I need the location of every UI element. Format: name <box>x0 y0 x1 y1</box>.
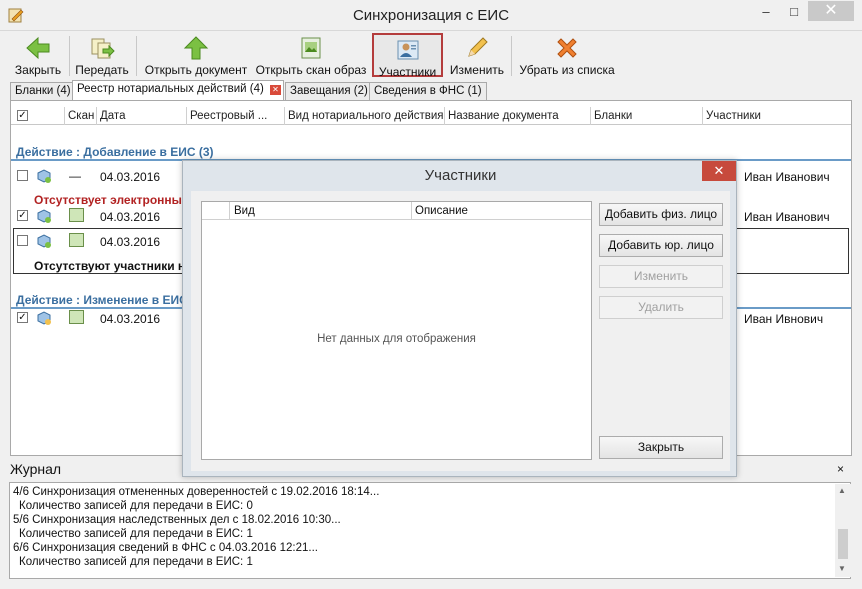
column-doc-name[interactable]: Название документа <box>445 107 591 125</box>
send-documents-icon <box>91 38 115 59</box>
column-participants[interactable]: Участники <box>703 107 851 125</box>
participants-label: Участники <box>378 65 437 79</box>
participants-dialog: Участники ✕ Вид Описание Нет данных для … <box>182 160 737 477</box>
scan-thumbnail-icon[interactable] <box>69 208 84 222</box>
participants-grid-header <box>202 202 591 220</box>
journal-line: 5/6 Синхронизация наследственных дел с 1… <box>13 514 341 526</box>
row-date: 04.03.2016 <box>100 312 161 326</box>
empty-message: Нет данных для отображения <box>317 333 476 345</box>
column-marker <box>33 107 65 125</box>
dialog-close-action-button[interactable]: Закрыть <box>599 436 723 459</box>
tab-blanks[interactable]: Бланки (4) <box>10 82 76 100</box>
scroll-thumb[interactable] <box>838 529 848 559</box>
journal-line: Количество записей для передачи в ЕИС: 0 <box>19 500 253 512</box>
journal-log[interactable]: 4/6 Синхронизация отмененных доверенност… <box>9 482 851 579</box>
toolbar-separator <box>511 36 512 76</box>
column-blanks[interactable]: Бланки <box>591 107 703 125</box>
scan-thumbnail-icon[interactable] <box>69 233 84 247</box>
row-participant: Иван Ивнович <box>744 312 824 326</box>
document-cube-icon <box>37 169 51 183</box>
dialog-title: Участники <box>424 167 497 184</box>
add-person-button[interactable]: Добавить физ. лицо <box>599 203 723 226</box>
arrow-up-icon <box>183 36 209 60</box>
column-marker <box>202 202 230 220</box>
tab-wills[interactable]: Завещания (2) <box>285 82 373 100</box>
dialog-close-button[interactable]: ✕ <box>702 161 736 181</box>
participants-button[interactable]: Участники <box>372 33 443 79</box>
close-label: Закрыть <box>14 63 62 77</box>
journal-line: 6/6 Синхронизация сведений в ФНС с 04.03… <box>13 542 318 554</box>
open-scan-label: Открыть скан образ <box>255 63 367 77</box>
remove-from-list-label: Убрать из списка <box>519 63 615 77</box>
select-all-checkbox[interactable]: ✓ <box>17 110 28 121</box>
document-cube-icon <box>37 234 51 248</box>
scan-image-icon <box>301 37 321 59</box>
document-cube-icon <box>37 311 51 325</box>
window-title: Синхронизация с ЕИС <box>352 7 510 24</box>
open-scan-button[interactable]: Открыть скан образ <box>254 33 368 77</box>
scan-thumbnail-icon[interactable] <box>69 310 84 324</box>
column-description[interactable]: Описание <box>415 205 468 217</box>
maximize-button[interactable]: □ <box>780 3 808 21</box>
tab-registry-label: Реестр нотариальных действий (4) <box>77 83 264 95</box>
column-registry[interactable]: Реестровый ... <box>187 107 285 125</box>
row-checkbox[interactable] <box>17 235 28 246</box>
minimize-button[interactable]: – <box>752 3 780 21</box>
tab-fns[interactable]: Сведения в ФНС (1) <box>369 82 487 100</box>
remove-x-icon <box>557 38 577 58</box>
journal-line: Количество записей для передачи в ЕИС: 1 <box>19 556 253 568</box>
send-label: Передать <box>75 63 129 77</box>
document-cube-icon <box>37 209 51 223</box>
row-date: 04.03.2016 <box>100 210 161 224</box>
journal-close-icon[interactable]: × <box>837 462 844 476</box>
column-scan[interactable]: Скан <box>65 107 97 125</box>
row-checkbox[interactable] <box>17 170 28 181</box>
column-kind[interactable]: Вид <box>234 205 255 217</box>
title-bar: Синхронизация с ЕИС – □ ✕ <box>0 0 862 31</box>
scroll-down-icon[interactable]: ▼ <box>838 564 846 573</box>
send-button[interactable]: Передать <box>73 33 131 77</box>
journal-line: Количество записей для передачи в ЕИС: 1 <box>19 528 253 540</box>
row-participant: Иван Иванович <box>744 170 830 184</box>
delete-participant-button[interactable]: Удалить <box>599 296 723 319</box>
row-scan: — <box>69 169 81 183</box>
row-checkbox[interactable]: ✓ <box>17 312 28 323</box>
journal-title: Журнал <box>10 461 62 477</box>
add-legal-entity-button[interactable]: Добавить юр. лицо <box>599 234 723 257</box>
edit-button[interactable]: Изменить <box>448 33 506 77</box>
row-date: 04.03.2016 <box>100 170 161 184</box>
row-checkbox[interactable]: ✓ <box>17 210 28 221</box>
pencil-icon <box>468 37 488 57</box>
column-date[interactable]: Дата <box>97 107 187 125</box>
open-document-label: Открыть документ <box>144 63 248 77</box>
row-date: 04.03.2016 <box>100 235 161 249</box>
dialog-body: Вид Описание Нет данных для отображения … <box>191 191 730 471</box>
open-document-button[interactable]: Открыть документ <box>141 33 251 77</box>
close-window-button[interactable]: ✕ <box>808 1 854 21</box>
group-header-add[interactable]: Действие : Добавление в ЕИС (3) <box>16 145 214 159</box>
tab-registry[interactable]: Реестр нотариальных действий (4) <box>72 80 284 101</box>
row-warning-participants: Отсутствуют участники н <box>34 259 186 273</box>
journal-scrollbar[interactable]: ▲ ▼ <box>835 484 851 577</box>
toolbar-separator <box>136 36 137 76</box>
close-button[interactable]: Закрыть <box>10 33 66 77</box>
scroll-up-icon[interactable]: ▲ <box>838 486 846 495</box>
group-header-change[interactable]: Действие : Изменение в ЕИС <box>16 293 188 307</box>
remove-from-list-button[interactable]: Убрать из списка <box>517 33 617 77</box>
toolbar-separator <box>69 36 70 76</box>
participants-grid: Вид Описание Нет данных для отображения <box>201 201 592 460</box>
arrow-left-icon <box>26 36 50 60</box>
journal-line: 4/6 Синхронизация отмененных доверенност… <box>13 486 380 498</box>
edit-participant-button[interactable]: Изменить <box>599 265 723 288</box>
column-action-kind[interactable]: Вид нотариального действия <box>285 107 445 125</box>
row-participant: Иван Иванович <box>744 210 830 224</box>
row-warning: Отсутствует электронны <box>34 193 182 207</box>
participants-icon <box>397 40 418 60</box>
edit-label: Изменить <box>449 63 505 77</box>
column-divider <box>411 202 412 220</box>
tab-close-icon[interactable]: ✕ <box>270 85 281 95</box>
